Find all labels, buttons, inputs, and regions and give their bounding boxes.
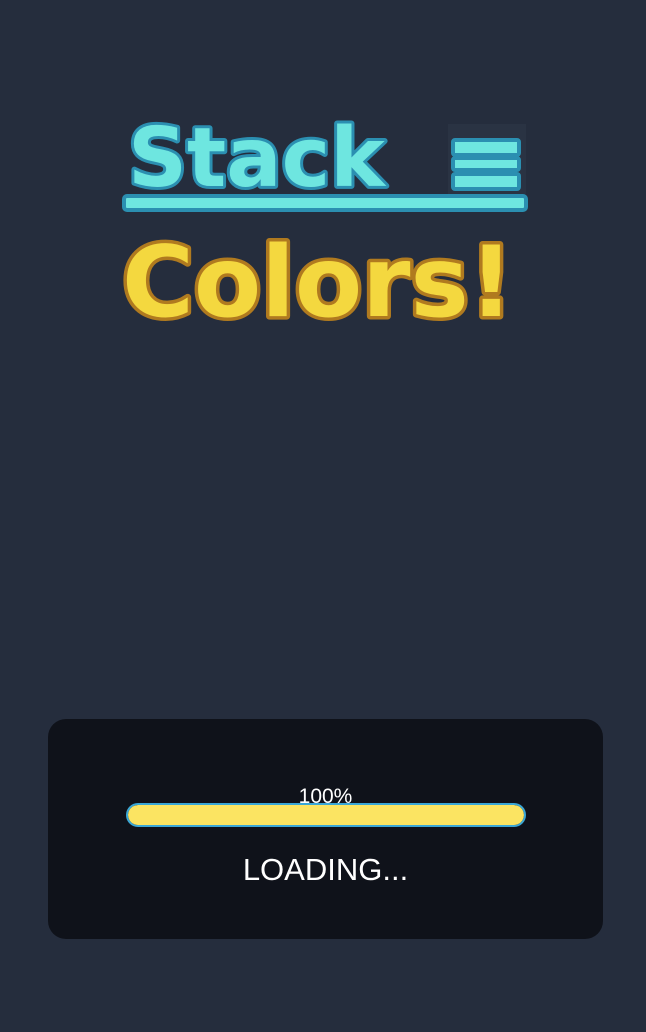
game-logo: Stack Colors! xyxy=(110,100,540,340)
loading-panel: 100% LOADING... xyxy=(48,719,603,939)
logo-underline xyxy=(122,194,528,212)
progress-bar-fill xyxy=(128,805,524,825)
progress-bar xyxy=(126,803,526,827)
game-logo-art: Stack Colors! xyxy=(119,108,528,340)
logo-line1: Stack xyxy=(128,111,387,206)
logo-line2: Colors! xyxy=(122,226,514,340)
loading-label: LOADING... xyxy=(242,852,409,887)
stack-blocks-icon xyxy=(448,124,526,194)
